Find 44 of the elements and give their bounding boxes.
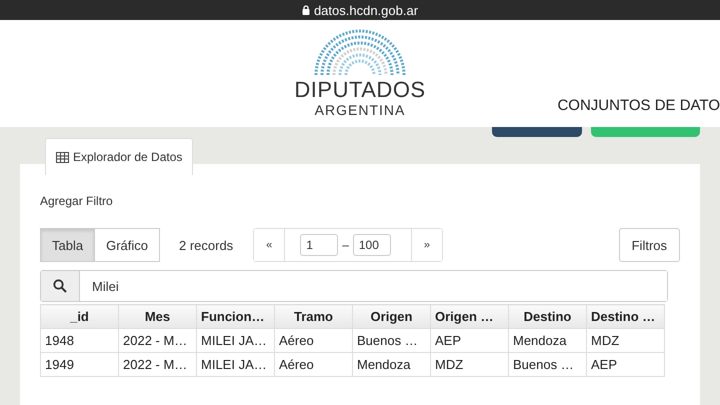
table-icon <box>56 152 69 162</box>
table-cell: Mendoza <box>352 352 430 376</box>
record-count: 2 records <box>178 238 234 252</box>
filters-button[interactable]: Filtros <box>618 228 680 262</box>
table-cell: AEP <box>430 328 508 352</box>
url-text[interactable]: datos.hcdn.gob.ar <box>314 2 418 18</box>
table-cell: 1949 <box>40 352 118 376</box>
table-cell: MILEI JA… <box>196 328 274 352</box>
table-cell: MDZ <box>586 328 664 352</box>
table-cell: Buenos … <box>508 352 586 376</box>
add-filter-link[interactable]: Agregar Filtro <box>40 194 680 228</box>
column-header[interactable]: _id <box>40 304 118 328</box>
column-header[interactable]: Destino <box>508 304 586 328</box>
to-field[interactable]: 100 <box>352 234 391 256</box>
view-toggle-button[interactable]: Gráfico <box>95 228 160 262</box>
table-cell: AEP <box>586 352 664 376</box>
column-header[interactable]: Mes <box>118 304 196 328</box>
column-header[interactable]: Origen <box>352 304 430 328</box>
action-button[interactable] <box>591 127 700 137</box>
table-cell: 2022 - M… <box>118 328 196 352</box>
search-icon <box>53 279 67 293</box>
lock-icon <box>302 5 310 15</box>
column-header[interactable]: Funcion… <box>196 304 274 328</box>
column-header[interactable]: Tramo <box>274 304 352 328</box>
table-cell: 1948 <box>40 328 118 352</box>
logo-title: DIPUTADOS <box>294 78 426 102</box>
column-header[interactable]: Destino … <box>586 304 664 328</box>
column-header[interactable]: Origen … <box>430 304 508 328</box>
table-cell: MDZ <box>430 352 508 376</box>
view-toggle-button[interactable]: Tabla <box>40 228 96 262</box>
action-button[interactable] <box>492 127 582 137</box>
table-cell: Mendoza <box>508 328 586 352</box>
range-separator: – <box>342 238 349 252</box>
nav-link[interactable]: CONJUNTOS DE DATO <box>557 97 720 114</box>
table-cell: Aéreo <box>274 352 352 376</box>
table-cell: 2022 - M… <box>118 352 196 376</box>
logo-subtitle: ARGENTINA <box>314 102 406 118</box>
tab[interactable]: Explorador de Datos <box>45 138 194 175</box>
from-field[interactable]: 1 <box>300 234 338 256</box>
table-cell: Buenos … <box>352 328 430 352</box>
table-cell: Aéreo <box>274 328 352 352</box>
parliament-logo-icon <box>312 28 408 76</box>
search-field[interactable]: Milei <box>40 270 668 302</box>
table-cell: MILEI JA… <box>196 352 274 376</box>
